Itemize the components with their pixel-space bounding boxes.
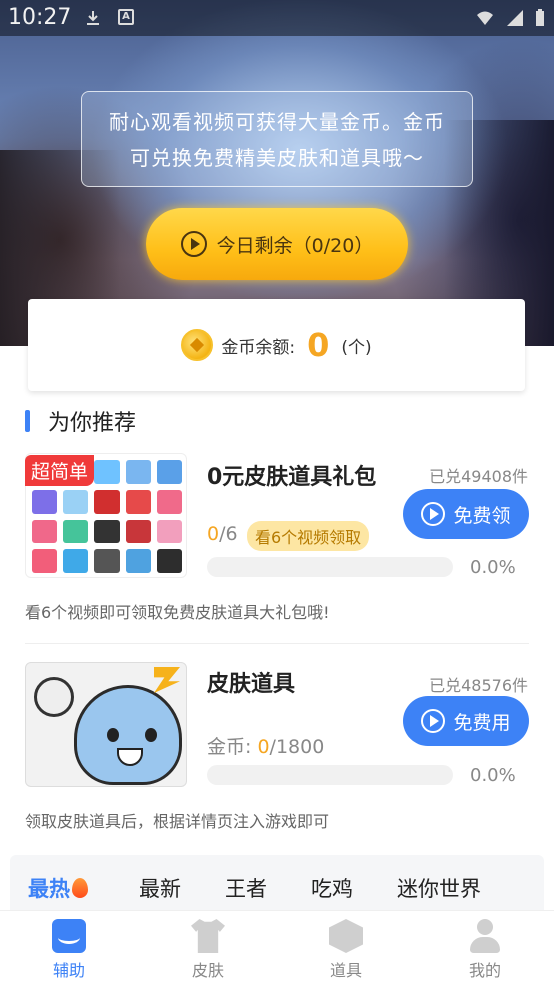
- person-body: [470, 937, 500, 953]
- grid-tile: [32, 519, 58, 544]
- free-claim-label: 免费领: [453, 504, 511, 527]
- video-progress-current: 0: [207, 523, 220, 545]
- tab-honor-of-kings[interactable]: 王者: [225, 873, 267, 903]
- tab-label: 最热: [28, 877, 70, 901]
- list-item-gift-pack[interactable]: 超简单 0元皮肤道具礼包 已兑49408件 免费领 0/6 看6个视频领取 0.…: [0, 453, 554, 644]
- bottom-nav: 辅助 皮肤 道具 我的: [0, 910, 554, 984]
- grid-tile: [125, 519, 151, 544]
- play-icon: [421, 709, 446, 733]
- today-remaining-label: 今日剩余（0/20）: [216, 234, 374, 257]
- shark-eye: [107, 728, 119, 742]
- video-progress-count: 0/6: [207, 523, 238, 545]
- grid-tile: [63, 519, 89, 544]
- nav-item-prop[interactable]: 道具: [296, 911, 396, 984]
- easy-tag: 超简单: [25, 455, 95, 486]
- grid-tile: [63, 549, 89, 573]
- item-title: 0元皮肤道具礼包: [207, 465, 377, 490]
- free-use-button[interactable]: 免费用: [403, 696, 529, 746]
- tab-pubg[interactable]: 吃鸡: [311, 873, 353, 903]
- section-accent-bar: [25, 410, 30, 432]
- coin-cost-current: 0: [257, 736, 270, 758]
- grid-tile: [32, 549, 58, 573]
- wifi-icon: [477, 11, 493, 25]
- coin-cost-label: 金币:: [207, 736, 258, 758]
- grid-tile: [94, 489, 120, 514]
- free-claim-button[interactable]: 免费领: [403, 489, 529, 539]
- cube-icon: [329, 919, 363, 953]
- nav-label: 我的: [468, 961, 501, 980]
- shark-mouth: [117, 748, 143, 766]
- progress-bar: [207, 557, 453, 577]
- download-icon: [87, 11, 99, 25]
- a-icon: A: [118, 9, 134, 25]
- category-tabs: 最热 最新 王者 吃鸡 迷你世界: [10, 855, 544, 915]
- balance-unit: (个): [341, 337, 372, 358]
- grid-tile: [63, 489, 89, 514]
- grid-tile: [125, 460, 151, 484]
- fire-icon: [72, 878, 88, 898]
- coin-cost: 金币: 0/1800: [207, 732, 324, 759]
- progress-percent: 0.0%: [470, 765, 516, 786]
- person-head: [477, 919, 493, 935]
- shark-sticker: [74, 685, 182, 785]
- play-icon: [180, 231, 207, 257]
- coin-icon: [181, 329, 214, 361]
- coin-cost-total: /1800: [269, 736, 325, 758]
- status-bar: 10:27 A: [0, 0, 554, 36]
- section-title: 为你推荐: [48, 411, 137, 436]
- status-time: 10:27: [8, 5, 72, 30]
- notice-box: 耐心观看视频可获得大量金币。金币可兑换免费精美皮肤和道具哦～: [81, 91, 473, 187]
- grid-tile: [94, 460, 120, 484]
- balance-label: 金币余额:: [221, 337, 296, 358]
- grid-tile: [156, 549, 182, 573]
- nav-label: 道具: [329, 961, 362, 980]
- free-use-label: 免费用: [453, 711, 511, 734]
- coin-balance-card: 金币余额: 0 (个): [28, 299, 525, 391]
- grid-tile: [94, 519, 120, 544]
- shark-eye: [145, 728, 157, 742]
- balance-value: 0: [307, 326, 330, 364]
- grid-tile: [94, 549, 120, 573]
- skin-prop-thumbnail: [25, 662, 187, 787]
- claimed-count: 已兑49408件: [429, 467, 528, 486]
- item-description: 领取皮肤道具后，根据详情页注入游戏即可: [25, 812, 330, 831]
- progress-bar: [207, 765, 453, 785]
- grid-tile: [156, 460, 182, 484]
- battery-icon: [536, 9, 544, 26]
- divider: [25, 643, 529, 644]
- item-title: 皮肤道具: [207, 672, 296, 697]
- item-description: 看6个视频即可领取免费皮肤道具大礼包哦!: [25, 603, 330, 622]
- grid-tile: [156, 519, 182, 544]
- tab-hottest[interactable]: 最热: [28, 873, 88, 903]
- nav-item-skin[interactable]: 皮肤: [158, 911, 258, 984]
- play-icon: [421, 502, 446, 526]
- signal-icon: [507, 10, 523, 26]
- assist-icon: [52, 919, 86, 953]
- claimed-count: 已兑48576件: [429, 676, 528, 695]
- grid-tile: [125, 549, 151, 573]
- nav-label: 皮肤: [191, 961, 224, 980]
- today-remaining-button[interactable]: 今日剩余（0/20）: [146, 208, 408, 280]
- list-item-skin-prop[interactable]: 皮肤道具 已兑48576件 免费用 金币: 0/1800 0.0% 领取皮肤道具…: [0, 662, 554, 837]
- tab-newest[interactable]: 最新: [139, 873, 181, 903]
- smoke-puff: [34, 677, 74, 717]
- grid-tile: [32, 489, 58, 514]
- tab-mini-world[interactable]: 迷你世界: [397, 873, 481, 903]
- nav-label: 辅助: [52, 961, 85, 980]
- grid-tile: [125, 489, 151, 514]
- nav-item-me[interactable]: 我的: [435, 911, 535, 984]
- lightning-icon: [154, 667, 180, 693]
- shirt-icon: [191, 919, 225, 953]
- progress-percent: 0.0%: [470, 557, 516, 578]
- video-progress-total: /6: [219, 523, 238, 545]
- section-header: 为你推荐: [25, 405, 136, 437]
- person-icon: [468, 919, 502, 953]
- grid-tile: [156, 489, 182, 514]
- nav-item-assist[interactable]: 辅助: [19, 911, 119, 984]
- watch-videos-pill: 看6个视频领取: [247, 521, 370, 551]
